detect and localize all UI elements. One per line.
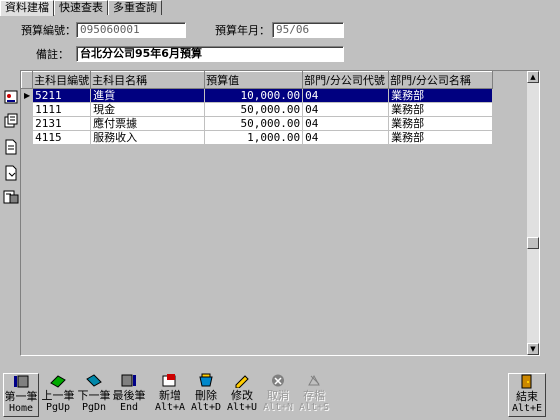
- table-row[interactable]: 2131 應付票據 50,000.00 04 業務部: [21, 116, 494, 131]
- cell-dept-code[interactable]: 04: [302, 88, 390, 103]
- col-header-account-no[interactable]: 主科目編號: [32, 71, 92, 89]
- cell-account-no[interactable]: 4115: [32, 130, 92, 145]
- delete-button[interactable]: 刪除 Alt+D: [188, 373, 224, 417]
- tab-multi-query[interactable]: 多重查詢: [108, 0, 162, 15]
- note-field[interactable]: 台北分公司95年6月預算: [76, 46, 344, 62]
- tab-bar: 資料建檔 快速查表 多重查詢: [0, 0, 162, 16]
- cell-account-no[interactable]: 5211: [32, 88, 92, 103]
- row-indicator-icon: ▶: [21, 88, 34, 103]
- col-header-account-name[interactable]: 主科目名稱: [90, 71, 206, 89]
- budget-ym-field[interactable]: 95/06: [272, 22, 344, 38]
- cell-account-no[interactable]: 1111: [32, 102, 92, 117]
- cell-budget-value[interactable]: 1,000.00: [204, 130, 304, 145]
- prev-icon: [49, 373, 67, 390]
- add-button[interactable]: 新增 Alt+A: [152, 373, 188, 417]
- cell-account-name[interactable]: 現金: [90, 102, 206, 117]
- cell-budget-value[interactable]: 10,000.00: [204, 88, 304, 103]
- first-record-key: Home: [8, 403, 34, 414]
- first-record-label: 第一筆: [4, 390, 38, 403]
- row-selector: [21, 130, 34, 145]
- budget-table: 主科目編號 主科目名稱 預算值 部門/分公司代號 部門/分公司名稱 ▶ 5211…: [21, 71, 494, 145]
- budget-grid[interactable]: 主科目編號 主科目名稱 預算值 部門/分公司代號 部門/分公司名稱 ▶ 5211…: [20, 70, 540, 356]
- cell-account-name[interactable]: 服務收入: [90, 130, 206, 145]
- cell-dept-name[interactable]: 業務部: [388, 102, 494, 117]
- cell-dept-name[interactable]: 業務部: [388, 130, 494, 145]
- add-label: 新增: [159, 389, 181, 402]
- scroll-thumb[interactable]: [527, 237, 539, 249]
- exit-button[interactable]: 結束 Alt+E: [508, 373, 546, 417]
- note-label: 備註：: [36, 48, 69, 61]
- tab-quick-lookup[interactable]: 快速查表: [54, 0, 108, 15]
- scroll-down-icon[interactable]: ▼: [527, 343, 539, 355]
- cancel-button[interactable]: 取消 Alt+N: [260, 373, 296, 417]
- add-icon: [161, 373, 179, 390]
- save-label: 存檔: [303, 389, 325, 402]
- scroll-up-icon[interactable]: ▲: [527, 71, 539, 83]
- table-row[interactable]: 1111 現金 50,000.00 04 業務部: [21, 102, 494, 117]
- file-icon[interactable]: [2, 138, 20, 156]
- delete-icon: [197, 373, 215, 390]
- col-header-budget-value[interactable]: 預算值: [204, 71, 304, 89]
- last-icon: [120, 373, 138, 390]
- cell-dept-code[interactable]: 04: [302, 130, 390, 145]
- row-selector-header: [21, 71, 34, 89]
- exit-icon: [518, 374, 536, 391]
- table-row[interactable]: 4115 服務收入 1,000.00 04 業務部: [21, 130, 494, 145]
- last-record-key: End: [119, 402, 139, 413]
- edit-key: Alt+U: [226, 402, 258, 413]
- edit-label: 修改: [231, 389, 253, 402]
- export-icon[interactable]: [2, 164, 20, 182]
- last-record-button[interactable]: 最後筆 End: [111, 373, 147, 417]
- first-record-button[interactable]: 第一筆 Home: [3, 373, 39, 417]
- budget-ym-label: 預算年月：: [215, 24, 270, 37]
- row-selector: [21, 102, 34, 117]
- table-row[interactable]: ▶ 5211 進貨 10,000.00 04 業務部: [21, 88, 494, 103]
- next-record-key: PgDn: [81, 402, 107, 413]
- cell-dept-name[interactable]: 業務部: [388, 116, 494, 131]
- save-button[interactable]: 存檔 Alt+S: [296, 373, 332, 417]
- cancel-icon: [269, 373, 287, 390]
- cell-dept-code[interactable]: 04: [302, 116, 390, 131]
- edit-button[interactable]: 修改 Alt+U: [224, 373, 260, 417]
- budget-no-field[interactable]: 095060001: [76, 22, 186, 38]
- exit-key: Alt+E: [511, 403, 543, 414]
- next-record-button[interactable]: 下一筆 PgDn: [76, 373, 112, 417]
- prev-record-key: PgUp: [45, 402, 71, 413]
- cancel-key: Alt+N: [262, 402, 294, 413]
- delete-key: Alt+D: [190, 402, 222, 413]
- cell-dept-name[interactable]: 業務部: [388, 88, 494, 103]
- copy-icon[interactable]: [2, 112, 20, 130]
- cell-dept-code[interactable]: 04: [302, 102, 390, 117]
- next-record-label: 下一筆: [77, 389, 111, 402]
- grid-vertical-scrollbar[interactable]: ▲ ▼: [527, 71, 539, 355]
- cancel-label: 取消: [267, 389, 289, 402]
- config-icon[interactable]: [2, 88, 20, 106]
- first-icon: [12, 374, 30, 391]
- prev-record-label: 上一筆: [41, 389, 75, 402]
- budget-no-label: 預算編號：: [21, 24, 76, 37]
- cell-account-no[interactable]: 2131: [32, 116, 92, 131]
- exit-label: 結束: [516, 390, 538, 403]
- delete-label: 刪除: [195, 389, 217, 402]
- cell-budget-value[interactable]: 50,000.00: [204, 102, 304, 117]
- table-header-row: 主科目編號 主科目名稱 預算值 部門/分公司代號 部門/分公司名稱: [21, 71, 494, 89]
- cell-account-name[interactable]: 進貨: [90, 88, 206, 103]
- col-header-dept-code[interactable]: 部門/分公司代號: [302, 71, 390, 89]
- col-header-dept-name[interactable]: 部門/分公司名稱: [388, 71, 494, 89]
- tab-data-entry[interactable]: 資料建檔: [0, 0, 54, 16]
- cell-account-name[interactable]: 應付票據: [90, 116, 206, 131]
- save-key: Alt+S: [298, 402, 330, 413]
- row-selector: [21, 116, 34, 131]
- last-record-label: 最後筆: [112, 389, 146, 402]
- save-icon: [305, 373, 323, 390]
- chart-icon[interactable]: [2, 188, 20, 206]
- next-icon: [85, 373, 103, 390]
- add-key: Alt+A: [154, 402, 186, 413]
- prev-record-button[interactable]: 上一筆 PgUp: [40, 373, 76, 417]
- cell-budget-value[interactable]: 50,000.00: [204, 116, 304, 131]
- edit-icon: [233, 373, 251, 390]
